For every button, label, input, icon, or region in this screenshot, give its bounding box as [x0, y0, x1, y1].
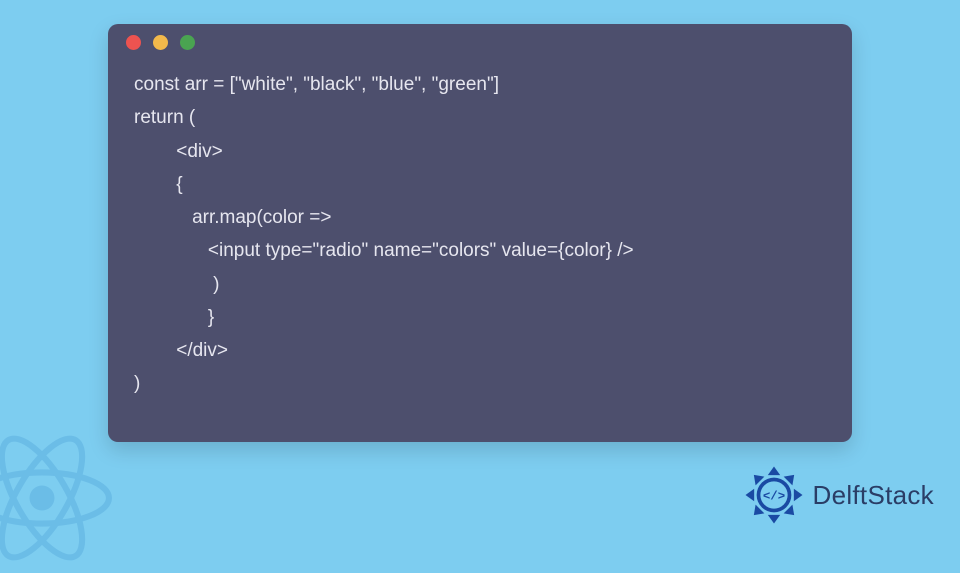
minimize-icon[interactable]	[153, 35, 168, 50]
code-line: return (	[134, 107, 195, 128]
code-line: <div>	[134, 141, 223, 162]
code-line: arr.map(color =>	[134, 207, 331, 228]
react-icon	[0, 428, 112, 568]
code-line: )	[134, 373, 140, 394]
window-titlebar	[108, 24, 852, 60]
maximize-icon[interactable]	[180, 35, 195, 50]
code-line: const arr = ["white", "black", "blue", "…	[134, 74, 499, 95]
code-line: </div>	[134, 340, 228, 361]
svg-text:</>: </>	[762, 489, 784, 503]
code-window: const arr = ["white", "black", "blue", "…	[108, 24, 852, 442]
code-snippet: const arr = ["white", "black", "blue", "…	[108, 60, 852, 419]
delftstack-logo-icon: </>	[743, 464, 805, 526]
code-line: {	[134, 174, 183, 195]
brand-logo-block: </> DelftStack	[743, 464, 935, 526]
code-line: <input type="radio" name="colors" value=…	[134, 240, 634, 261]
brand-name: DelftStack	[813, 480, 935, 511]
code-line: }	[134, 307, 214, 328]
code-line: )	[134, 274, 220, 295]
close-icon[interactable]	[126, 35, 141, 50]
